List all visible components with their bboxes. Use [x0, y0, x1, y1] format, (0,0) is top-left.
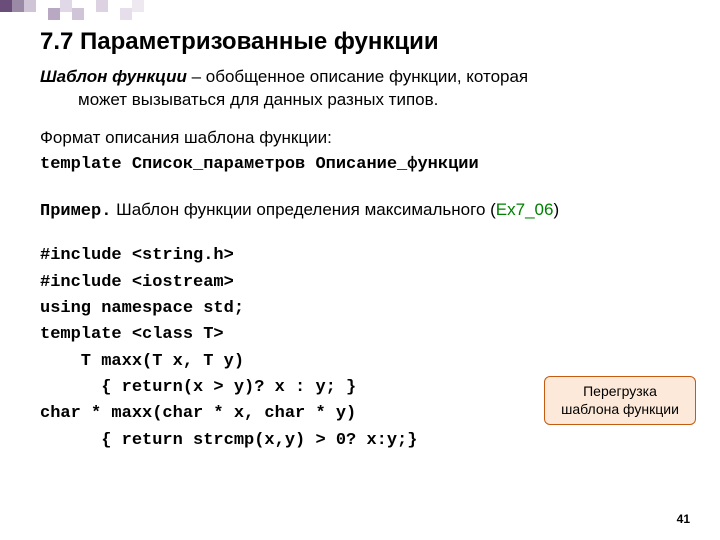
code-line-8: { return strcmp(x,y) > 0? x:y;}: [40, 428, 680, 454]
callout-box: Перегрузка шаблона функции: [544, 376, 696, 425]
format-code: template Список_параметров Описание_функ…: [40, 152, 680, 178]
definition-paragraph: Шаблон функции – обобщенное описание фун…: [40, 66, 680, 112]
code-line-2: #include <iostream>: [40, 270, 680, 296]
header-decoration: [0, 0, 200, 30]
callout-line2: шаблона функции: [561, 401, 679, 417]
section-heading: 7.7 Параметризованные функции: [40, 28, 680, 56]
definition-term: Шаблон функции: [40, 67, 187, 86]
callout-line1: Перегрузка: [583, 383, 657, 399]
format-label: Формат описания шаблона функции:: [40, 128, 680, 148]
page-number: 41: [677, 512, 690, 526]
definition-dash: –: [187, 67, 206, 86]
example-text: Шаблон функции определения максимального…: [111, 200, 495, 219]
code-line-1: #include <string.h>: [40, 243, 680, 269]
code-line-4: template <class T>: [40, 322, 680, 348]
code-line-5: T maxx(T x, T y): [40, 349, 680, 375]
example-label: Пример.: [40, 202, 111, 221]
example-close: ): [553, 200, 559, 219]
definition-line1: обобщенное описание функции, которая: [206, 67, 528, 86]
code-line-3: using namespace std;: [40, 296, 680, 322]
example-ref: Ex7_06: [496, 200, 554, 219]
definition-line2: может вызываться для данных разных типов…: [40, 89, 680, 112]
example-line: Пример. Шаблон функции определения макси…: [40, 200, 680, 221]
